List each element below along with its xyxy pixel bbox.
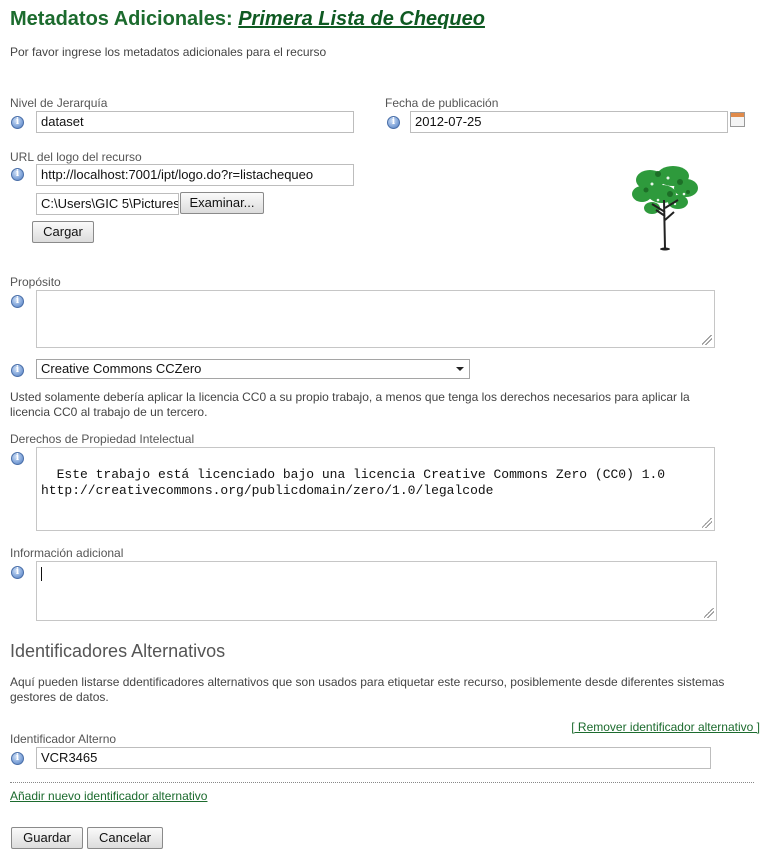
publication-date-label: Fecha de publicación (385, 96, 499, 110)
logo-file-input[interactable]: C:\Users\GIC 5\Pictures\ (36, 193, 179, 215)
logo-url-input[interactable]: http://localhost:7001/ipt/logo.do?r=list… (36, 164, 354, 186)
resize-grip-icon[interactable] (702, 335, 712, 345)
license-note: Usted solamente debería aplicar la licen… (10, 390, 690, 419)
info-icon[interactable]: i (11, 295, 24, 308)
info-icon[interactable]: i (387, 116, 400, 129)
publication-date-input[interactable]: 2012-07-25 (410, 111, 728, 133)
alt-identifier-label: Identificador Alterno (10, 732, 117, 746)
title-prefix: Metadatos Adicionales: (10, 8, 233, 30)
rights-text: Este trabajo está licenciado bajo una li… (41, 467, 666, 498)
info-icon[interactable]: i (11, 364, 24, 377)
browse-button[interactable]: Examinar... (180, 192, 264, 214)
alt-identifiers-description: Aquí pueden listarse ddentificadores alt… (10, 675, 725, 704)
resource-title-link[interactable]: Primera Lista de Chequeo (238, 8, 485, 30)
save-button[interactable]: Guardar (11, 827, 83, 849)
additional-info-label: Información adicional (10, 546, 124, 560)
add-alt-identifier-link[interactable]: Añadir nuevo identificador alternativo (10, 789, 207, 803)
rights-label: Derechos de Propiedad Intelectual (10, 432, 195, 446)
info-icon[interactable]: i (11, 566, 24, 579)
chevron-down-icon (456, 367, 464, 371)
upload-button[interactable]: Cargar (32, 221, 94, 243)
alt-identifiers-heading: Identificadores Alternativos (10, 641, 226, 661)
logo-url-label: URL del logo del recurso (10, 150, 142, 164)
page-subtitle: Por favor ingrese los metadatos adiciona… (10, 45, 327, 59)
info-icon[interactable]: i (11, 752, 24, 765)
purpose-label: Propósito (10, 275, 61, 289)
resource-logo-tree-image (632, 166, 698, 251)
cancel-button[interactable]: Cancelar (87, 827, 163, 849)
additional-info-textarea[interactable] (36, 561, 717, 621)
text-cursor (41, 567, 42, 581)
remove-alt-identifier-link[interactable]: [ Remover identificador alternativo ] (571, 720, 760, 734)
section-divider (10, 782, 754, 783)
info-icon[interactable]: i (11, 168, 24, 181)
page-title: Metadatos Adicionales: Primera Lista de … (10, 8, 485, 31)
purpose-textarea[interactable] (36, 290, 715, 348)
resize-grip-icon[interactable] (702, 518, 712, 528)
info-icon[interactable]: i (11, 452, 24, 465)
rights-textarea[interactable]: Este trabajo está licenciado bajo una li… (36, 447, 715, 531)
hierarchy-input[interactable]: dataset (36, 111, 354, 133)
resize-grip-icon[interactable] (704, 608, 714, 618)
license-select[interactable]: Creative Commons CCZero (36, 359, 470, 379)
info-icon[interactable]: i (11, 116, 24, 129)
alt-identifier-input[interactable]: VCR3465 (36, 747, 711, 769)
calendar-icon[interactable] (730, 112, 745, 127)
hierarchy-label: Nivel de Jerarquía (10, 96, 108, 110)
license-selected-value: Creative Commons CCZero (41, 361, 202, 376)
